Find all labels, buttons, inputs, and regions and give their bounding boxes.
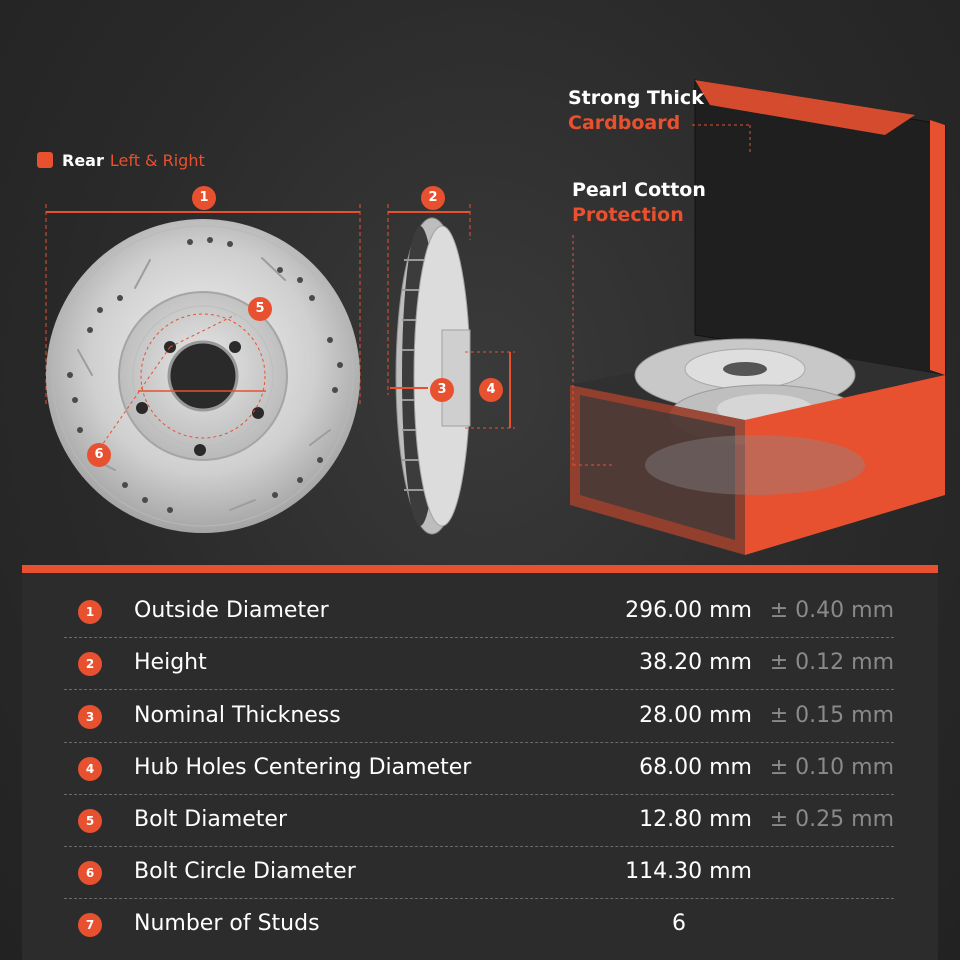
spec-name: Number of Studs [134, 911, 320, 936]
spec-number: 6 [78, 861, 102, 885]
spec-name: Bolt Diameter [134, 807, 287, 832]
position-prefix: Rear [62, 150, 104, 170]
spec-value: 12.80 mm [639, 807, 752, 832]
callout-pearl-line2: Protection [572, 204, 684, 226]
packaging-box [570, 79, 946, 555]
spec-name: Outside Diameter [134, 598, 329, 623]
callout-pearl-cotton: Pearl Cotton Protection [572, 178, 706, 228]
spec-number: 1 [78, 600, 102, 624]
rotor-side-view [387, 204, 515, 535]
callout-cardboard: Strong Thick Cardboard [568, 86, 704, 136]
spec-name: Bolt Circle Diameter [134, 859, 356, 884]
spec-tolerance: ± 0.12 mm [769, 650, 894, 675]
marker-1: 1 [192, 186, 216, 210]
spec-value: 114.30 mm [625, 859, 752, 884]
spec-row: 4 Hub Holes Centering Diameter 68.00 mm … [64, 743, 894, 795]
spec-number: 4 [78, 757, 102, 781]
marker-6: 6 [87, 443, 111, 467]
spec-value: 296.00 mm [625, 598, 752, 623]
spec-tolerance: ± 0.25 mm [769, 807, 894, 832]
spec-value: 28.00 mm [639, 703, 752, 728]
marker-2: 2 [421, 186, 445, 210]
spec-row: 2 Height 38.20 mm ± 0.12 mm [64, 638, 894, 690]
spec-tolerance: ± 0.40 mm [769, 598, 894, 623]
spec-tolerance: ± 0.15 mm [769, 703, 894, 728]
spec-name: Height [134, 650, 207, 675]
spec-value: 6 [672, 911, 686, 936]
position-label: Rear Left & Right [37, 150, 205, 170]
rotor-front-view [45, 204, 361, 533]
center-bore [167, 340, 239, 412]
spec-tolerance: ± 0.10 mm [769, 755, 894, 780]
spec-row: 1 Outside Diameter 296.00 mm ± 0.40 mm [64, 586, 894, 638]
spec-name: Hub Holes Centering Diameter [134, 755, 472, 780]
marker-5: 5 [248, 297, 272, 321]
spec-number: 3 [78, 705, 102, 729]
marker-4: 4 [479, 378, 503, 402]
spec-name: Nominal Thickness [134, 703, 341, 728]
spec-value: 68.00 mm [639, 755, 752, 780]
spec-number: 2 [78, 652, 102, 676]
spec-table: 1 Outside Diameter 296.00 mm ± 0.40 mm 2… [22, 565, 938, 960]
spec-row: 3 Nominal Thickness 28.00 mm ± 0.15 mm [64, 691, 894, 743]
spec-row: 7 Number of Studs 6 [64, 899, 894, 951]
spec-row: 6 Bolt Circle Diameter 114.30 mm [64, 847, 894, 899]
square-icon [37, 152, 53, 168]
position-suffix: Left & Right [109, 150, 205, 170]
spec-number: 5 [78, 809, 102, 833]
spec-number: 7 [78, 913, 102, 937]
callout-pearl-line1: Pearl Cotton [572, 179, 706, 201]
spec-value: 38.20 mm [639, 650, 752, 675]
callout-cardboard-line1: Strong Thick [568, 87, 704, 109]
callout-cardboard-line2: Cardboard [568, 112, 681, 134]
spec-row: 5 Bolt Diameter 12.80 mm ± 0.25 mm [64, 795, 894, 847]
marker-3: 3 [430, 378, 454, 402]
